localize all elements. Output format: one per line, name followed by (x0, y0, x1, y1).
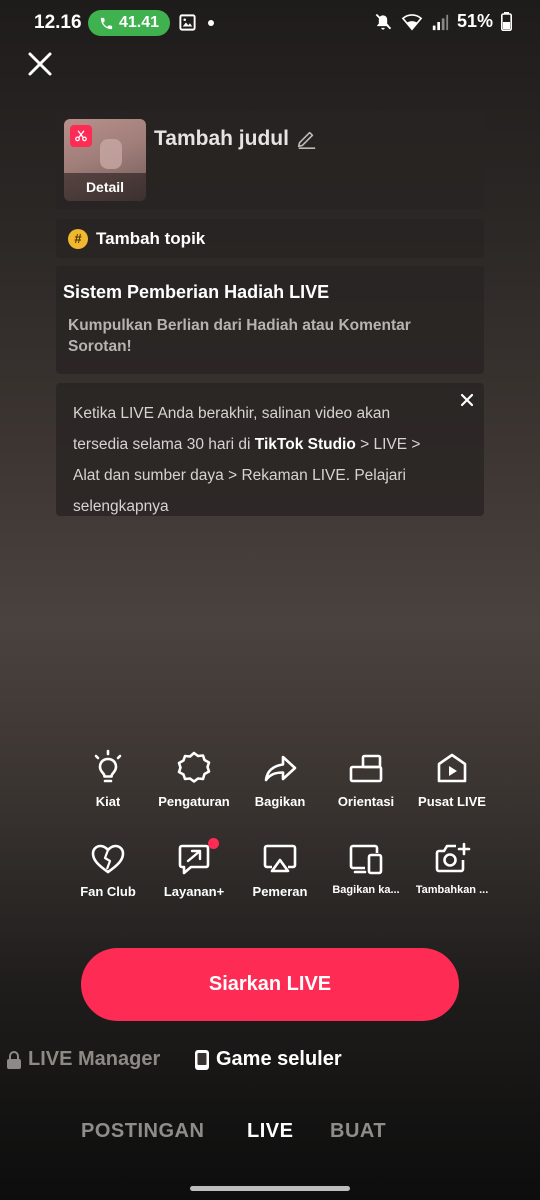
tool-label-share: Bagikan (254, 794, 306, 809)
tab-posts[interactable]: POSTINGAN (81, 1120, 204, 1143)
title-placeholder: Tambah judul (154, 127, 289, 150)
gift-system-title: Sistem Pemberian Hadiah LIVE (63, 282, 330, 302)
dismiss-info-icon[interactable] (458, 391, 476, 409)
new-badge-dot (208, 838, 219, 849)
phone-device-icon (195, 1049, 209, 1070)
settings-gear-icon (177, 751, 211, 783)
tool-orientation[interactable]: Orientasi (323, 748, 409, 809)
status-time: 12.16 (34, 12, 82, 33)
tool-label-fan-club: Fan Club (80, 884, 136, 899)
add-topic-button[interactable]: # Tambah topik (56, 219, 484, 258)
tool-label-add-camera: Tambahkan ... (415, 884, 489, 896)
lock-icon (7, 1050, 21, 1069)
live-manager-label: LIVE Manager (28, 1048, 161, 1070)
hashtag-icon: # (68, 228, 88, 249)
tool-label-orientation: Orientasi (337, 794, 395, 809)
replay-info-text: Ketika LIVE Anda berakhir, salinan video… (73, 398, 440, 522)
battery-level: 51% (456, 11, 493, 31)
signal-icon (432, 14, 449, 30)
gift-system-desc: Kumpulkan Berlian dari Hadiah atau Komen… (68, 317, 411, 355)
tools-row-2: Fan Club Layanan+ Pemeran Bagikan ka... … (65, 838, 495, 899)
close-icon[interactable] (24, 48, 56, 80)
tool-cast[interactable]: Pemeran (237, 838, 323, 899)
live-title-card: Detail Tambah judul (56, 111, 484, 209)
tools-row-1: Kiat Pengaturan Bagikan Orientasi Pusat … (65, 748, 495, 809)
tool-share[interactable]: Bagikan (237, 748, 323, 809)
pencil-icon (297, 131, 316, 149)
share-arrow-icon (264, 755, 297, 782)
cover-detail-label[interactable]: Detail (64, 173, 146, 201)
replay-info-card: Ketika LIVE Anda berakhir, salinan video… (56, 383, 484, 516)
live-manager-option[interactable]: LIVE Manager (6, 1048, 160, 1071)
mute-icon (375, 13, 392, 29)
phone-icon (100, 17, 113, 29)
cover-image (100, 139, 122, 169)
go-live-button[interactable]: Siarkan LIVE (81, 948, 459, 1021)
fan-club-heart-icon (91, 844, 125, 874)
info-text-studio: TikTok Studio (254, 436, 356, 453)
mobile-game-option[interactable]: Game seluler (194, 1048, 342, 1071)
camera-mode-tabs: POSTINGAN LIVE BUAT (0, 1120, 540, 1148)
status-bar: 12.16 41.41 51% (0, 0, 540, 46)
battery-icon (501, 12, 512, 31)
home-indicator[interactable] (190, 1186, 350, 1191)
gift-system-card[interactable]: Sistem Pemberian Hadiah LIVE Kumpulkan B… (56, 266, 484, 374)
tool-label-live-center: Pusat LIVE (418, 794, 486, 809)
tab-create[interactable]: BUAT (330, 1120, 386, 1143)
tool-fan-club[interactable]: Fan Club (65, 838, 151, 899)
tool-settings[interactable]: Pengaturan (151, 748, 237, 809)
tool-services-plus[interactable]: Layanan+ (151, 838, 237, 899)
tool-add-camera[interactable]: Tambahkan ... (409, 838, 495, 899)
notification-dot (208, 20, 214, 26)
ongoing-call-pill[interactable]: 41.41 (88, 10, 170, 36)
wifi-icon (401, 13, 423, 31)
title-field[interactable]: Tambah judul (154, 127, 317, 151)
tool-live-center[interactable]: Pusat LIVE (409, 748, 495, 809)
tool-label-settings: Pengaturan (158, 794, 230, 809)
add-topic-label: Tambah topik (96, 228, 206, 248)
cast-screen-icon (263, 844, 297, 873)
source-mode-row: LIVE Manager Game seluler (0, 1048, 540, 1076)
tool-share-screen[interactable]: Bagikan ka... (323, 838, 409, 899)
call-timer: 41.41 (118, 14, 160, 31)
gallery-icon (179, 14, 196, 31)
tab-live[interactable]: LIVE (247, 1120, 293, 1143)
tool-label-tips: Kiat (95, 794, 121, 809)
share-screen-icon (349, 844, 383, 875)
orientation-icon (349, 754, 383, 783)
mobile-game-label: Game seluler (216, 1048, 342, 1070)
live-center-icon (437, 753, 467, 783)
tool-label-share-screen: Bagikan ka... (332, 884, 400, 896)
cover-thumbnail[interactable]: Detail (64, 119, 146, 201)
tool-tips[interactable]: Kiat (65, 748, 151, 809)
edit-cover-icon[interactable] (70, 125, 92, 147)
tool-label-cast: Pemeran (252, 884, 308, 899)
lightbulb-icon (94, 749, 122, 783)
add-camera-icon (435, 842, 471, 873)
tool-label-services: Layanan+ (163, 884, 225, 899)
status-icons: 51% (373, 11, 512, 32)
